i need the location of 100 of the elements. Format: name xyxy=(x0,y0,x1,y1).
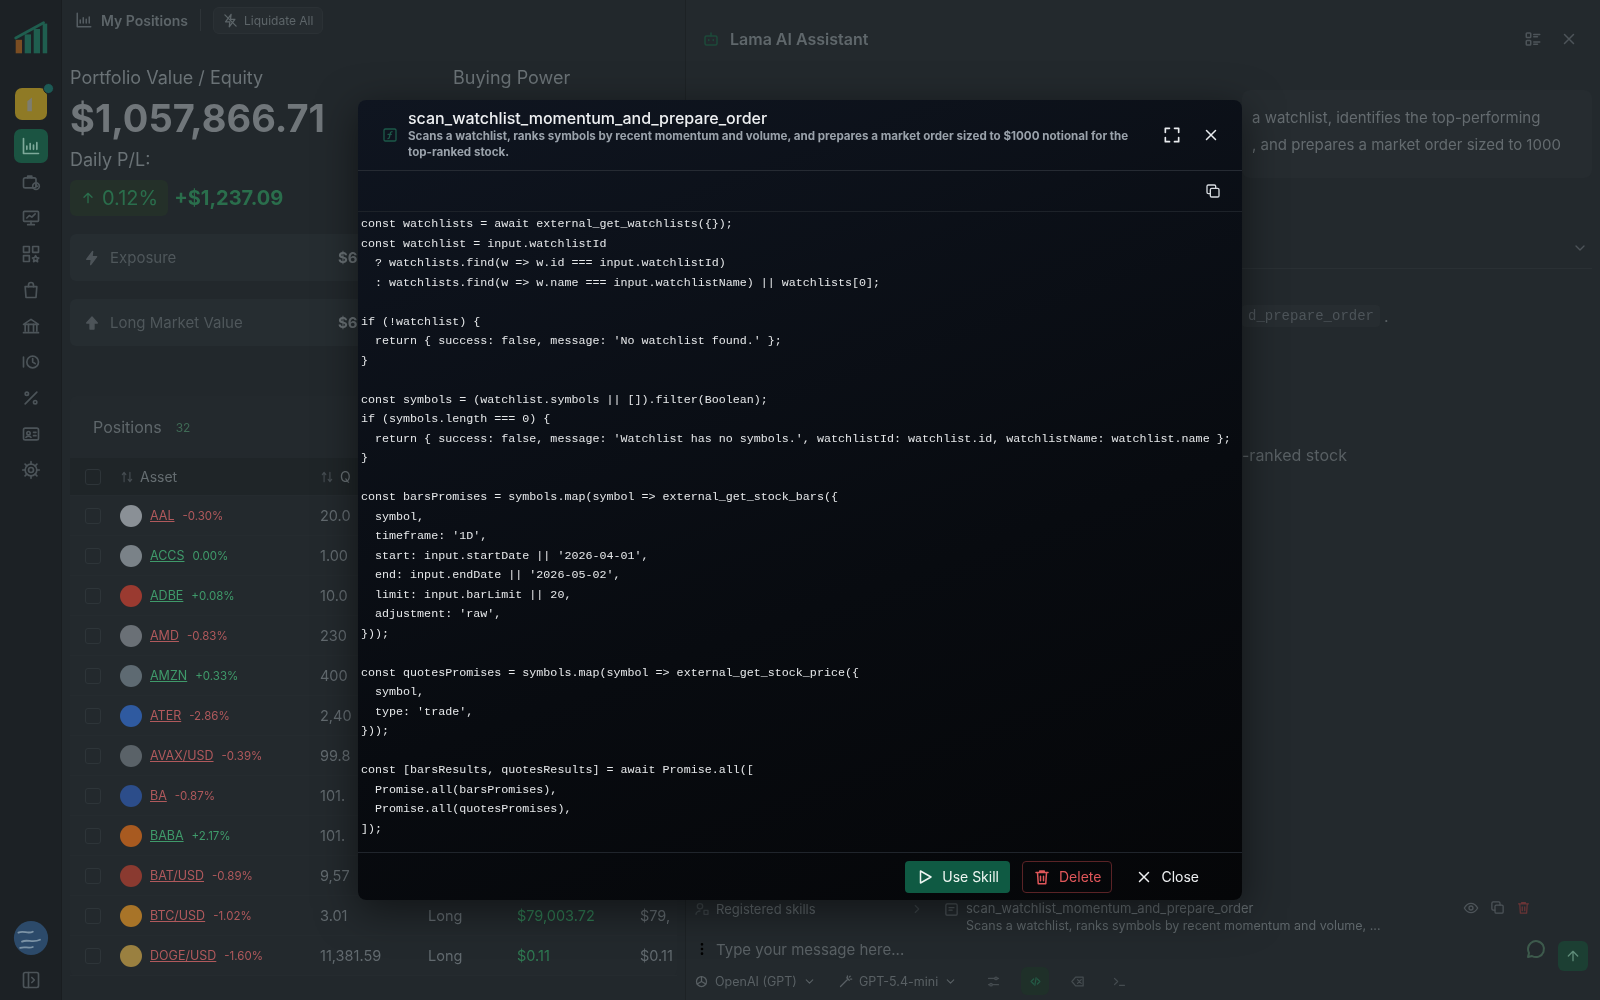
asset-logo-icon xyxy=(120,944,142,967)
code-line: if (!watchlist) { xyxy=(361,313,481,331)
code-line: } xyxy=(361,352,368,370)
code-line: timeframe: '1D', xyxy=(374,528,488,545)
table-cell: $0.11 xyxy=(640,947,673,964)
user-skill-icon xyxy=(694,901,710,917)
sort-icon[interactable] xyxy=(120,469,134,484)
table-cell: Long xyxy=(428,947,463,964)
position-count: 32 xyxy=(175,419,191,435)
magic-wand-icon xyxy=(837,973,853,989)
asset-logo-icon xyxy=(120,584,142,607)
asset-link[interactable]: DOGE/USD xyxy=(150,948,217,963)
column-header[interactable]: Asset xyxy=(140,468,178,485)
asset-link[interactable]: ACCS xyxy=(150,548,185,563)
briefcase-clock-icon[interactable] xyxy=(20,172,41,192)
code-line: symbol, xyxy=(374,508,425,526)
asset-logo-icon xyxy=(120,664,142,687)
code-line: end: input.endDate || '2026-05-02', xyxy=(374,567,621,584)
code-line: const [barsResults, quotesResults] = await Promise.all([ xyxy=(361,762,754,779)
arrow-up-icon xyxy=(84,314,100,331)
code-line: const quotesPromises = symbols.map(symbol => external_get_stock_price({ xyxy=(361,664,859,682)
stat-label: Daily P/L: xyxy=(70,148,151,172)
message-text: . xyxy=(1384,306,1389,326)
notification-dot xyxy=(42,83,54,94)
contact-card-icon[interactable] xyxy=(20,424,41,444)
change-percent: -1.60% xyxy=(224,948,263,963)
provider-logo-icon xyxy=(694,973,709,989)
change-percent: -0.89% xyxy=(212,868,253,883)
message-text: a watchlist, identifies the top-performing xyxy=(1252,107,1542,129)
chart-icon[interactable] xyxy=(20,136,41,156)
table-cell: 400 xyxy=(320,667,348,684)
chat-bubble-icon[interactable] xyxy=(1524,937,1548,961)
code-line: : watchlists.find(w => w.name === input.watchlistName) || watchlists[0]; xyxy=(374,274,880,292)
metric-value: $6 xyxy=(338,313,358,332)
table-cell: 20.0 xyxy=(320,507,351,524)
table-cell: 2,40 xyxy=(320,707,352,724)
eye-icon[interactable] xyxy=(1463,900,1479,916)
send-button[interactable] xyxy=(1558,941,1588,971)
code-line: } xyxy=(361,450,368,467)
asset-logo-icon xyxy=(120,824,142,847)
asset-link[interactable]: AMZN xyxy=(150,668,188,683)
bank-icon[interactable] xyxy=(20,316,41,336)
table-row[interactable]: DOGE/USD -1.60% 11,381.59 Long $0.11 $0.11 xyxy=(70,936,677,976)
app-icon[interactable] xyxy=(14,88,47,120)
monitor-icon[interactable] xyxy=(20,208,41,228)
table-cell: 10.0 xyxy=(320,587,348,604)
asset-logo-icon xyxy=(120,744,142,767)
table-cell: 11,381.59 xyxy=(320,947,382,964)
function-icon xyxy=(382,126,398,143)
liquidate-all-button[interactable]: Liquidate All xyxy=(213,6,324,34)
chart-icon xyxy=(75,11,93,29)
close-button[interactable]: Close xyxy=(1124,860,1210,893)
section-title: Positions xyxy=(93,417,162,437)
asset-logo-icon xyxy=(120,624,142,647)
copy-icon[interactable] xyxy=(1205,183,1221,199)
backspace-icon[interactable] xyxy=(1069,973,1085,989)
document-icon xyxy=(944,902,959,917)
code-line: ? watchlists.find(w => w.id === input.watchlistId) xyxy=(374,255,726,272)
change-percent: 0.12% xyxy=(102,186,159,210)
asset-link[interactable]: BAT/USD xyxy=(150,868,205,883)
asset-link[interactable]: ADBE xyxy=(150,588,184,603)
clock-icon[interactable] xyxy=(20,352,41,372)
lightning-off-icon[interactable] xyxy=(223,12,238,28)
asset-link[interactable]: ATER xyxy=(150,708,182,723)
asset-link[interactable]: BABA xyxy=(150,828,184,843)
change-percent: +2.17% xyxy=(191,828,231,843)
asset-link[interactable]: BTC/USD xyxy=(150,908,206,923)
sort-icon[interactable] xyxy=(320,469,334,484)
asset-link[interactable]: AVAX/USD xyxy=(150,748,214,763)
avatar-icon[interactable] xyxy=(12,920,49,956)
code-line: const barsPromises = symbols.map(symbol => external_get_stock_bars({ xyxy=(361,489,838,506)
asset-link[interactable]: AMD xyxy=(150,628,179,643)
asset-link[interactable]: BA xyxy=(150,788,167,803)
table-cell: $79,003.72 xyxy=(517,907,595,924)
settings-icon[interactable] xyxy=(20,460,41,480)
panel-title: Lama AI Assistant xyxy=(730,29,869,49)
trash-icon[interactable] xyxy=(1033,867,1051,886)
delete-button[interactable]: Delete xyxy=(1022,860,1113,893)
grid-star-icon[interactable] xyxy=(20,244,41,264)
change-amount: +$1,237.09 xyxy=(174,186,284,210)
change-percent: +0.33% xyxy=(195,668,239,683)
table-cell: 1.00 xyxy=(320,547,348,564)
nav-button[interactable] xyxy=(13,129,48,163)
table-cell: 3.01 xyxy=(320,907,348,924)
change-percent: -2.86% xyxy=(189,708,230,723)
lightning-icon xyxy=(84,249,100,266)
table-cell: Long xyxy=(428,907,463,924)
change-percent: -0.30% xyxy=(182,508,224,523)
skill-name: scan_watchlist_momentum_and_prepare_order xyxy=(966,900,1255,917)
tool-button[interactable] xyxy=(1021,967,1050,995)
change-percent: -0.87% xyxy=(174,788,216,803)
use-skill-button[interactable]: Use Skill xyxy=(905,860,1010,893)
table-cell: $0.11 xyxy=(517,947,550,964)
code-line: return { success: false, message: 'Watchlist has no symbols.', watchlistId: watchlist.id, watchlistName: watchlist.name }; xyxy=(374,430,1231,448)
asset-link[interactable]: AAL xyxy=(150,508,175,523)
list-icon[interactable] xyxy=(1524,30,1542,48)
stat-label: Buying Power xyxy=(453,66,571,90)
arrow-up-icon xyxy=(80,190,96,206)
sidebar-toggle-icon[interactable] xyxy=(20,970,41,990)
column-header[interactable]: Q xyxy=(340,468,351,485)
